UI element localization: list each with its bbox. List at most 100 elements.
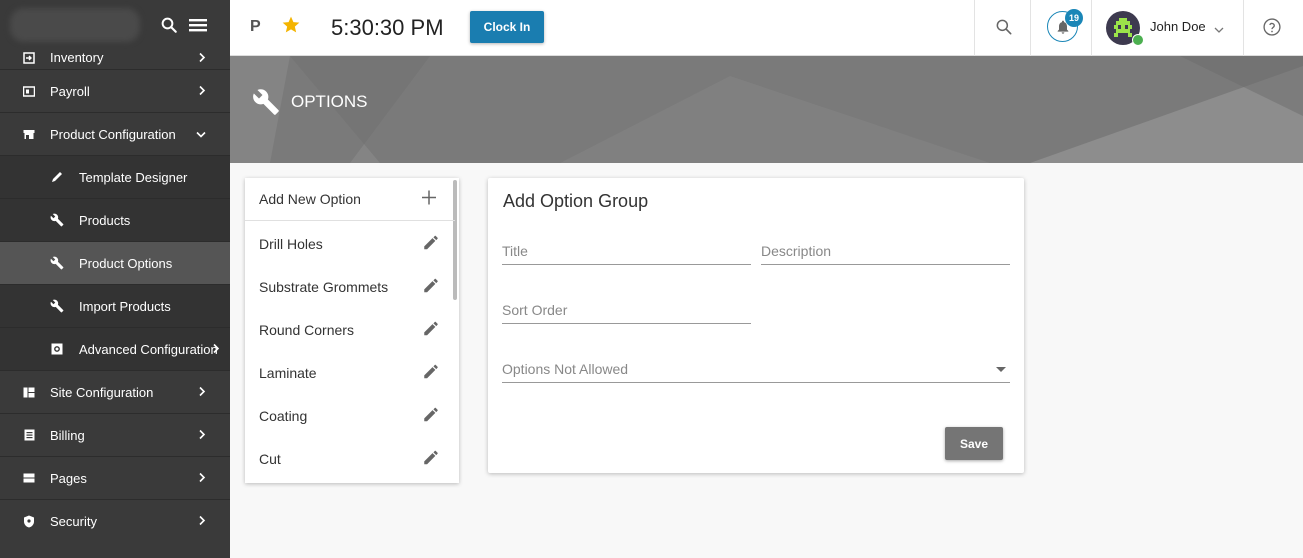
divider [974,0,975,56]
shield-icon [22,514,36,528]
list-item[interactable]: Substrate Grommets [245,265,455,308]
receipt-icon [22,428,36,442]
cog-box-icon [50,342,64,356]
page-banner: OPTIONS [230,56,1303,163]
edit-icon[interactable] [422,276,440,297]
edit-icon[interactable] [422,233,440,254]
edit-icon[interactable] [422,405,440,426]
form-title: Add Option Group [503,191,649,211]
page-title: OPTIONS [291,92,368,111]
divider [1243,0,1244,56]
sidebar-item-template-designer[interactable]: Template Designer [0,155,230,198]
list-item-label: Round Corners [259,321,354,338]
menu-icon[interactable] [188,16,208,39]
plus-icon [422,190,436,208]
sidebar-item-label: Product Configuration [50,126,176,142]
top-bar: P 5:30:30 PM Clock In 19 John Doe [230,0,1303,56]
banner-background [230,56,1303,163]
list-item[interactable]: Round Corners [245,308,455,351]
sidebar: Inventory Payroll Product Configuration … [0,0,230,558]
sidebar-item-security[interactable]: Security [0,499,230,542]
search-icon[interactable] [994,17,1014,42]
sidebar-item-label: Pages [50,470,87,486]
description-input[interactable] [761,237,1010,264]
pencil-icon [50,170,64,184]
sidebar-item-label: Payroll [50,83,90,99]
sidebar-item-label: Security [50,513,97,529]
login-box-icon [22,51,36,65]
wrench-icon [50,213,64,227]
chevron-down-icon [196,127,206,142]
options-not-allowed-select[interactable]: Options Not Allowed [502,355,1010,383]
wrench-icon [252,88,280,121]
view-quilt-icon [22,385,36,399]
edit-icon[interactable] [422,448,440,469]
sidebar-item-label: Import Products [79,298,171,314]
chevron-right-icon [212,342,220,357]
chevron-right-icon [198,428,206,443]
list-item[interactable]: Drill Holes [245,222,455,265]
clock-time: 5:30:30 PM [331,15,444,40]
list-item-label: Drill Holes [259,235,323,252]
app-letter: P [250,18,261,35]
dropdown-arrow-icon [996,367,1006,372]
sidebar-item-label: Inventory [50,50,104,65]
add-option-group-form: Add Option Group Options Not Allowed Sav… [488,178,1024,473]
sidebar-item-label: Site Configuration [50,384,154,400]
options-list: Add New Option Drill Holes Substrate Gro… [245,178,459,483]
online-status-icon [1132,34,1144,46]
star-icon[interactable] [281,15,301,40]
list-item[interactable]: Cut [245,437,455,480]
sidebar-item-label: Template Designer [79,169,188,185]
clock-in-button[interactable]: Clock In [470,11,544,43]
wrench-icon [50,256,64,270]
list-item-label: Cut [259,450,281,467]
sidebar-item-import-products[interactable]: Import Products [0,284,230,327]
sidebar-item-product-options[interactable]: Product Options [0,241,230,284]
description-field-wrapper [761,237,1010,265]
options-not-allowed-label: Options Not Allowed [502,361,629,377]
sidebar-item-label: Products [79,212,131,228]
edit-icon[interactable] [422,362,440,383]
chevron-right-icon [198,50,206,65]
list-item-label: Coating [259,407,308,424]
sidebar-item-inventory[interactable]: Inventory [0,46,230,69]
sidebar-item-payroll[interactable]: Payroll [0,69,230,112]
chevron-down-icon[interactable] [1214,21,1224,39]
list-item[interactable]: Laminate [245,351,455,394]
id-card-icon [22,84,36,98]
sidebar-item-advanced-configuration[interactable]: Advanced Configuration [0,327,230,370]
help-icon[interactable] [1262,17,1282,42]
title-field-wrapper [502,237,751,265]
search-icon[interactable] [160,16,178,39]
chevron-right-icon [198,84,206,99]
title-input[interactable] [502,237,751,264]
notification-badge: 19 [1065,9,1083,27]
sidebar-item-site-configuration[interactable]: Site Configuration [0,370,230,413]
store-icon [22,127,36,141]
add-new-option-label: Add New Option [259,191,361,207]
save-button[interactable]: Save [945,427,1003,460]
list-item-label: Substrate Grommets [259,278,389,295]
edit-icon[interactable] [422,319,440,340]
pages-icon [22,471,36,485]
sort-order-field-wrapper [502,296,751,324]
sidebar-item-product-configuration[interactable]: Product Configuration [0,112,230,155]
divider [1091,0,1092,56]
sidebar-nav: Inventory Payroll Product Configuration … [0,46,230,542]
chevron-right-icon [198,385,206,400]
add-new-option-button[interactable]: Add New Option [245,178,455,221]
sidebar-item-products[interactable]: Products [0,198,230,241]
divider [1030,0,1031,56]
sidebar-item-billing[interactable]: Billing [0,413,230,456]
chevron-right-icon [198,514,206,529]
list-item-label: Laminate [259,364,317,381]
sidebar-item-pages[interactable]: Pages [0,456,230,499]
user-name[interactable]: John Doe [1150,19,1206,34]
sidebar-item-label: Billing [50,427,85,443]
sidebar-item-label: Product Options [79,255,173,271]
logo [10,8,140,42]
list-item[interactable]: Coating [245,394,455,437]
wrench-icon [50,299,64,313]
sort-order-input[interactable] [502,296,751,323]
